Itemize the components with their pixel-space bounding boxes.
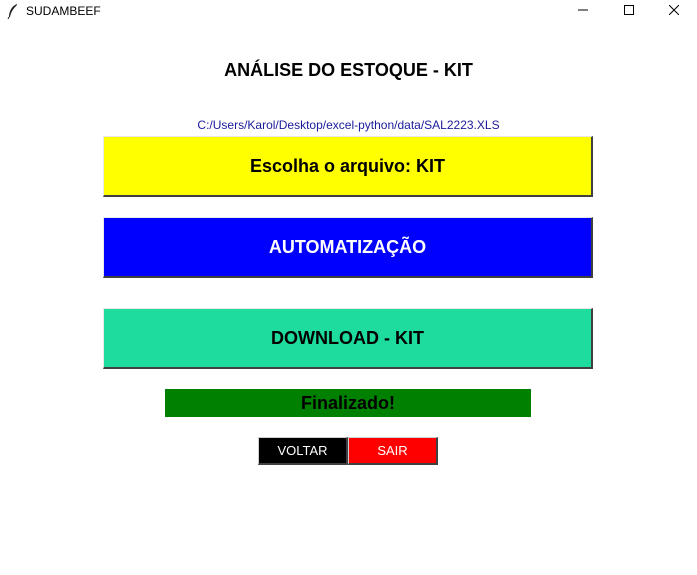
- close-button[interactable]: [651, 0, 697, 22]
- minimize-icon: [578, 2, 588, 20]
- selected-file-path: C:/Users/Karol/Desktop/excel-python/data…: [197, 118, 500, 132]
- page-title: ANÁLISE DO ESTOQUE - KIT: [224, 60, 473, 80]
- back-button[interactable]: VOLTAR: [258, 437, 348, 465]
- minimize-button[interactable]: [560, 0, 606, 22]
- download-kit-button[interactable]: DOWNLOAD - KIT: [103, 308, 593, 369]
- maximize-icon: [624, 2, 634, 20]
- choose-file-button[interactable]: Escolha o arquivo: KIT: [103, 136, 593, 197]
- title-bar[interactable]: SUDAMBEEF: [0, 0, 697, 22]
- feather-icon: [7, 3, 19, 20]
- exit-button[interactable]: SAIR: [348, 437, 438, 465]
- window-title: SUDAMBEEF: [26, 4, 101, 18]
- automation-button[interactable]: AUTOMATIZAÇÃO: [103, 217, 593, 278]
- maximize-button[interactable]: [606, 0, 652, 22]
- app-window: SUDAMBEEF ANÁLISE DO ESTOQUE - KIT C:/Us…: [0, 0, 697, 575]
- status-label: Finalizado!: [165, 389, 531, 417]
- close-icon: [668, 2, 680, 20]
